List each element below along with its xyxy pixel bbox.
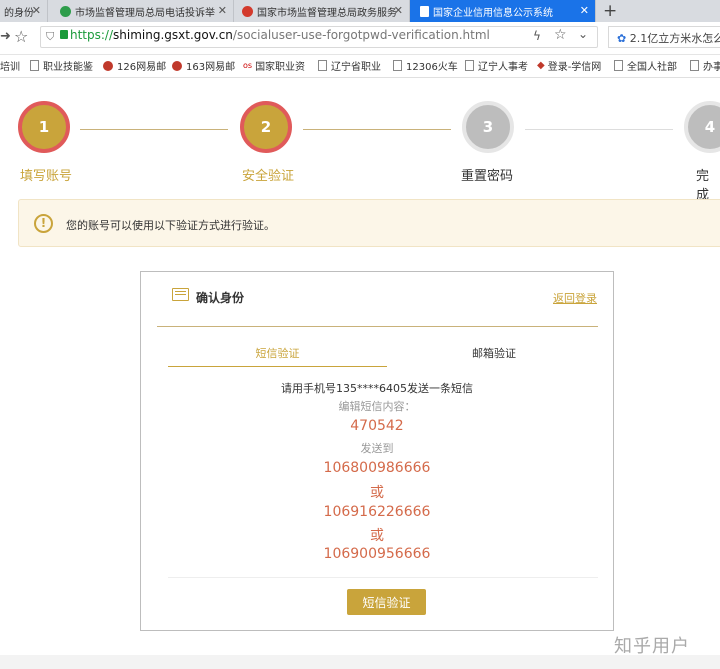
step-2-label: 安全验证 bbox=[242, 169, 295, 184]
bookmark-item[interactable]: 126网易邮 bbox=[103, 58, 166, 73]
page-icon bbox=[393, 60, 402, 71]
send-to-label: 发送到 bbox=[360, 442, 394, 455]
bookmark-item[interactable]: ◆ 登录-学信网 bbox=[537, 58, 601, 73]
bookmark-label: 登录-学信网 bbox=[547, 62, 602, 73]
warning-icon: ! bbox=[34, 214, 53, 233]
tab-title: 市场监督管理局总局电话投诉举 bbox=[75, 7, 215, 19]
page-favicon-icon bbox=[420, 5, 429, 17]
panel-divider bbox=[157, 326, 598, 327]
bookmark-label: 12306火车 bbox=[406, 62, 458, 73]
bookmark-item[interactable]: 辽宁省职业 bbox=[318, 58, 381, 73]
sms-verify-button[interactable]: 短信验证 bbox=[347, 589, 426, 615]
page-footer-strip bbox=[0, 655, 720, 669]
notice-text: 您的账号可以使用以下验证方式进行验证。 bbox=[66, 219, 275, 232]
url-scheme: https:// bbox=[70, 28, 114, 42]
page-icon bbox=[465, 60, 474, 71]
bookmark-label: 职业技能鉴 bbox=[43, 62, 93, 73]
new-tab-icon[interactable]: + bbox=[603, 1, 617, 21]
bookmark-item[interactable]: os 国家职业资 bbox=[243, 58, 305, 73]
tab-title: 国家市场监督管理总局政务服务 bbox=[257, 7, 397, 19]
bookmark-label: 国家职业资 bbox=[255, 62, 306, 73]
bookmark-label: 辽宁人事考 bbox=[478, 62, 528, 73]
side-search-box[interactable]: ✿ 2.1亿立方米水怎么 bbox=[608, 26, 720, 48]
panel-title: 确认身份 bbox=[196, 291, 245, 305]
bookmark-item[interactable]: 163网易邮 bbox=[172, 58, 235, 73]
step-1-circle: 1 bbox=[18, 101, 70, 153]
bookmark-item[interactable]: 辽宁人事考 bbox=[465, 58, 528, 73]
side-search-text: 2.1亿立方米水怎么 bbox=[629, 32, 720, 45]
chsi-icon: ◆ bbox=[537, 60, 545, 71]
panel-divider bbox=[168, 577, 598, 578]
bookmark-label: 办事 bbox=[703, 62, 720, 73]
bookmark-item[interactable]: 职业技能鉴 bbox=[30, 58, 93, 73]
step-2-circle: 2 bbox=[240, 101, 292, 153]
netease-icon bbox=[172, 60, 182, 71]
page-icon bbox=[318, 60, 327, 71]
step-3-label: 重置密码 bbox=[461, 169, 514, 184]
favorite-star-icon[interactable]: ☆ bbox=[554, 27, 567, 43]
tab-title: 的身份 bbox=[4, 7, 34, 19]
browser-tab-active[interactable]: 国家企业信用信息公示系统 ✕ bbox=[410, 0, 596, 22]
active-tab-underline bbox=[168, 366, 387, 367]
site-favicon-icon bbox=[60, 5, 71, 17]
page-icon bbox=[690, 60, 699, 71]
sms-number: 106916226666 bbox=[323, 504, 431, 520]
or-text: 或 bbox=[370, 485, 384, 501]
or-text: 或 bbox=[370, 528, 384, 544]
step-4-label: 完成 bbox=[696, 169, 710, 203]
step-1-label: 填写账号 bbox=[20, 169, 73, 184]
step-connector bbox=[80, 129, 228, 130]
sms-instruction: 请用手机号135****6405发送一条短信 bbox=[281, 382, 473, 395]
browser-tab[interactable]: 国家市场监督管理总局政务服务 ✕ bbox=[234, 0, 410, 22]
back-arrow-icon[interactable]: ➜ bbox=[0, 29, 11, 44]
lightning-icon[interactable]: ϟ bbox=[533, 29, 541, 43]
bookmark-item[interactable]: 办事 bbox=[690, 58, 720, 73]
star-icon[interactable]: ☆ bbox=[14, 27, 28, 46]
bookmark-label: 辽宁省职业 bbox=[331, 62, 381, 73]
page-icon bbox=[614, 60, 623, 71]
bookmark-item[interactable]: 12306火车 bbox=[393, 58, 458, 73]
close-icon[interactable]: ✕ bbox=[394, 4, 403, 17]
close-icon[interactable]: ✕ bbox=[580, 4, 589, 17]
bookmark-label: 163网易邮 bbox=[186, 62, 236, 73]
page-icon bbox=[30, 60, 39, 71]
chevron-down-icon[interactable]: ⌄ bbox=[578, 27, 588, 41]
step-connector bbox=[525, 129, 673, 130]
back-to-login-link[interactable]: 返回登录 bbox=[553, 290, 597, 306]
sms-code: 470542 bbox=[350, 418, 404, 434]
tab-email-verification[interactable]: 邮箱验证 bbox=[387, 345, 601, 361]
paw-icon: ✿ bbox=[617, 32, 627, 45]
step-3-circle: 3 bbox=[462, 101, 514, 153]
sms-number: 106800986666 bbox=[323, 460, 431, 476]
bookmark-label: 全国人社部 bbox=[627, 62, 677, 73]
browser-tab[interactable]: 的身份 ✕ bbox=[0, 0, 48, 22]
watermark-text: 知乎用户 bbox=[614, 636, 690, 657]
shield-icon[interactable]: ⛉ bbox=[46, 30, 54, 44]
browser-tab[interactable]: 市场监督管理局总局电话投诉举 ✕ bbox=[48, 0, 234, 22]
message-icon bbox=[172, 288, 189, 301]
bookmark-label: 培训 bbox=[0, 62, 20, 73]
osta-logo-icon: os bbox=[243, 61, 253, 70]
tab-sms-verification[interactable]: 短信验证 bbox=[168, 345, 387, 361]
bookmark-label: 126网易邮 bbox=[117, 62, 167, 73]
lock-icon bbox=[60, 30, 68, 39]
netease-icon bbox=[103, 60, 113, 71]
step-connector bbox=[303, 129, 451, 130]
tab-title: 国家企业信用信息公示系统 bbox=[433, 7, 553, 19]
bookmark-item[interactable]: 全国人社部 bbox=[614, 58, 677, 73]
url-host: shiming.gsxt.gov.cn bbox=[113, 28, 233, 42]
sms-content-label: 编辑短信内容： bbox=[338, 400, 416, 413]
url-text[interactable]: https://shiming.gsxt.gov.cn/socialuser-u… bbox=[70, 28, 490, 42]
bookmark-item[interactable]: 培训 bbox=[0, 58, 20, 73]
url-path: /socialuser-use-forgotpwd-verification.h… bbox=[232, 28, 490, 42]
close-icon[interactable]: ✕ bbox=[218, 4, 227, 17]
sms-number: 106900956666 bbox=[323, 546, 431, 562]
emblem-favicon-icon bbox=[242, 5, 253, 17]
close-icon[interactable]: ✕ bbox=[32, 4, 41, 17]
